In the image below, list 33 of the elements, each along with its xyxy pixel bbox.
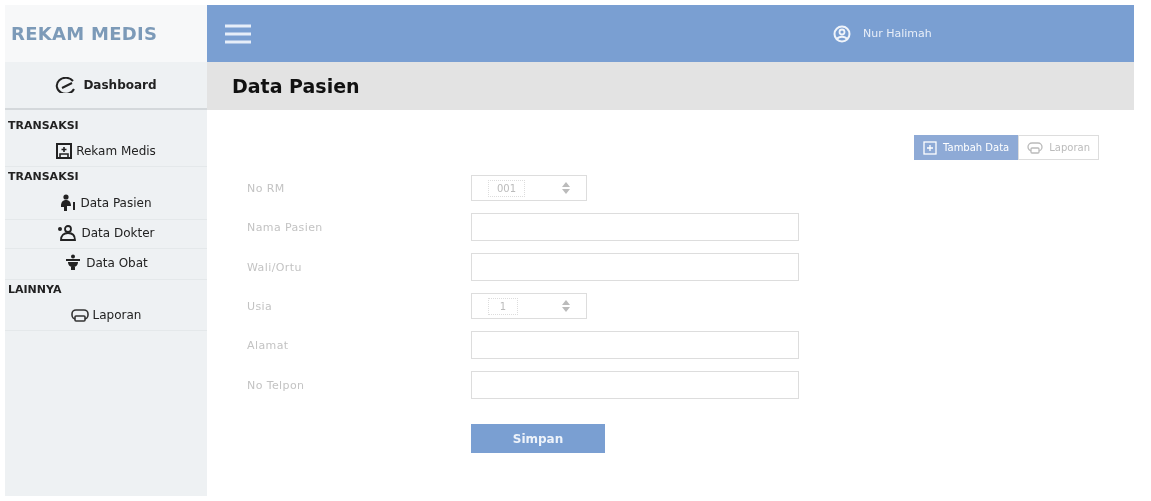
input-field[interactable] [471, 213, 799, 241]
spinner-arrows-icon [562, 182, 570, 194]
printer-icon [1027, 140, 1044, 155]
spinner-arrows-icon [562, 300, 570, 312]
field-label: Alamat [247, 338, 290, 352]
menu-icon[interactable] [225, 23, 251, 44]
field-label: No RM [247, 181, 286, 195]
user-icon[interactable] [833, 24, 851, 43]
section-heading: TRANSAKSI [7, 118, 80, 134]
field-label: Usia [247, 299, 274, 313]
gauge-icon [55, 77, 78, 93]
app-title: REKAM MEDIS [5, 5, 207, 62]
section-heading: TRANSAKSI [7, 169, 80, 185]
plus-icon [923, 140, 938, 155]
sidebar-item[interactable]: Data Obat [5, 249, 207, 280]
field-label: No Telpon [247, 378, 306, 392]
pharmacy-icon [64, 254, 83, 272]
sidebar-item[interactable]: Data Pasien [5, 189, 207, 220]
printer-icon [70, 307, 89, 323]
sidebar-item[interactable]: Rekam Medis [5, 138, 207, 167]
sidebar-item[interactable]: Data Dokter [5, 220, 207, 249]
dashboard-link[interactable]: Dashboard [5, 62, 207, 110]
field-label: Nama Pasien [247, 220, 324, 234]
field-label: Wali/Ortu [247, 260, 303, 274]
sidebar-item[interactable]: Laporan [5, 302, 207, 331]
input-field[interactable] [471, 253, 799, 281]
doctor-icon [57, 225, 78, 241]
patient-icon [60, 194, 77, 212]
input-field[interactable] [471, 331, 799, 359]
hospital-icon [56, 143, 73, 159]
section-heading: LAINNYA [7, 282, 63, 298]
page-title: Data Pasien [232, 75, 360, 97]
input-field[interactable] [471, 371, 799, 399]
